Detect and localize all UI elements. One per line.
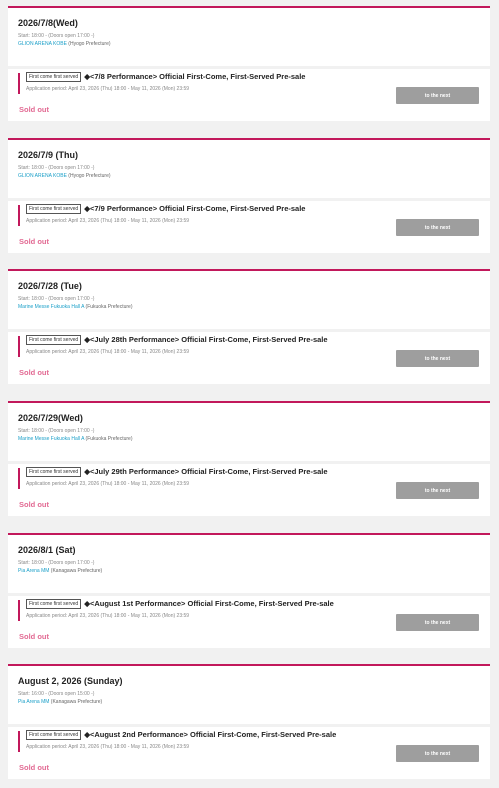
application-period: Application period: April 23, 2026 (Thu)… bbox=[26, 349, 190, 355]
sold-out-status: Sold out bbox=[19, 368, 49, 377]
sale-type-badge: First come first served bbox=[26, 72, 82, 82]
performance-date: 2026/7/28 (Tue) bbox=[18, 281, 82, 291]
venue-prefecture: (Kanagawa Prefecture) bbox=[50, 568, 103, 574]
venue-line: Pia Arena MM (Kanagawa Prefecture) bbox=[18, 699, 480, 705]
start-time: Start: 18:00 - (Doors open 17:00 -) bbox=[18, 296, 95, 302]
sale-card: First come first served ◆<August 1st Per… bbox=[8, 596, 490, 648]
sale-title: ◆<July 29th Performance> Official First-… bbox=[84, 467, 328, 476]
performance-date-card: 2026/7/8(Wed) Start: 18:00 - (Doors open… bbox=[8, 6, 490, 66]
venue-line: GLION ARENA KOBE (Hyogo Prefecture) bbox=[18, 41, 480, 47]
start-time: Start: 18:00 - (Doors open 17:00 -) bbox=[18, 33, 95, 39]
to-the-next-button[interactable]: to the next bbox=[396, 614, 479, 631]
sale-type-badge: First come first served bbox=[26, 204, 82, 214]
performance-group: 2026/7/29(Wed) Start: 18:00 - (Doors ope… bbox=[8, 401, 490, 516]
sold-out-status: Sold out bbox=[19, 237, 49, 246]
venue-prefecture: (Hyogo Prefecture) bbox=[68, 173, 111, 179]
to-the-next-button[interactable]: to the next bbox=[396, 219, 479, 236]
performance-date: 2026/7/9 (Thu) bbox=[18, 150, 79, 160]
sale-title: ◆<July 28th Performance> Official First-… bbox=[84, 335, 328, 344]
performance-date-card: August 2, 2026 (Sunday) Start: 16:00 - (… bbox=[8, 664, 490, 724]
sale-title: ◆<7/8 Performance> Official First-Come, … bbox=[84, 72, 306, 81]
sale-accent-bar bbox=[18, 336, 20, 357]
venue-line: GLION ARENA KOBE (Hyogo Prefecture) bbox=[18, 173, 480, 179]
sale-title: ◆<August 2nd Performance> Official First… bbox=[84, 730, 337, 739]
to-the-next-button[interactable]: to the next bbox=[396, 745, 479, 762]
sale-accent-bar bbox=[18, 73, 20, 94]
venue-link[interactable]: Pia Arena MM bbox=[18, 699, 49, 705]
sold-out-status: Sold out bbox=[19, 500, 49, 509]
performance-date: 2026/7/29(Wed) bbox=[18, 413, 83, 423]
venue-line: Marine Messe Fukuoka Hall A (Fukuoka Pre… bbox=[18, 436, 480, 442]
sale-title: ◆<August 1st Performance> Official First… bbox=[84, 599, 334, 608]
performance-group: 2026/8/1 (Sat) Start: 18:00 - (Doors ope… bbox=[8, 533, 490, 648]
venue-link[interactable]: Marine Messe Fukuoka Hall A bbox=[18, 436, 84, 442]
application-period: Application period: April 23, 2026 (Thu)… bbox=[26, 613, 190, 619]
application-period: Application period: April 23, 2026 (Thu)… bbox=[26, 86, 190, 92]
performance-date: 2026/7/8(Wed) bbox=[18, 18, 78, 28]
start-time: Start: 18:00 - (Doors open 17:00 -) bbox=[18, 165, 95, 171]
performance-date-card: 2026/8/1 (Sat) Start: 18:00 - (Doors ope… bbox=[8, 533, 490, 593]
venue-link[interactable]: Pia Arena MM bbox=[18, 568, 49, 574]
sale-type-badge: First come first served bbox=[26, 599, 82, 609]
sale-card: First come first served ◆<July 29th Perf… bbox=[8, 464, 490, 516]
to-the-next-button[interactable]: to the next bbox=[396, 350, 479, 367]
sale-accent-bar bbox=[18, 731, 20, 752]
to-the-next-button[interactable]: to the next bbox=[396, 482, 479, 499]
sale-header: First come first served ◆<July 28th Perf… bbox=[26, 335, 328, 345]
sale-card: First come first served ◆<7/9 Performanc… bbox=[8, 201, 490, 253]
performance-date-card: 2026/7/28 (Tue) Start: 18:00 - (Doors op… bbox=[8, 269, 490, 329]
start-time: Start: 16:00 - (Doors open 15:00 -) bbox=[18, 691, 95, 697]
start-time: Start: 18:00 - (Doors open 17:00 -) bbox=[18, 428, 95, 434]
performance-group: 2026/7/9 (Thu) Start: 18:00 - (Doors ope… bbox=[8, 138, 490, 253]
performance-group: 2026/7/8(Wed) Start: 18:00 - (Doors open… bbox=[8, 6, 490, 121]
sale-header: First come first served ◆<July 29th Perf… bbox=[26, 467, 328, 477]
sold-out-status: Sold out bbox=[19, 763, 49, 772]
venue-prefecture: (Hyogo Prefecture) bbox=[68, 41, 111, 47]
venue-link[interactable]: Marine Messe Fukuoka Hall A bbox=[18, 304, 84, 310]
venue-prefecture: (Kanagawa Prefecture) bbox=[50, 699, 103, 705]
sale-card: First come first served ◆<July 28th Perf… bbox=[8, 332, 490, 384]
sale-type-badge: First come first served bbox=[26, 730, 82, 740]
application-period: Application period: April 23, 2026 (Thu)… bbox=[26, 481, 190, 487]
venue-line: Marine Messe Fukuoka Hall A (Fukuoka Pre… bbox=[18, 304, 480, 310]
performance-list: 2026/7/8(Wed) Start: 18:00 - (Doors open… bbox=[0, 0, 499, 788]
sale-header: First come first served ◆<7/9 Performanc… bbox=[26, 204, 305, 214]
sale-header: First come first served ◆<August 1st Per… bbox=[26, 599, 334, 609]
to-the-next-button[interactable]: to the next bbox=[396, 87, 479, 104]
sold-out-status: Sold out bbox=[19, 105, 49, 114]
performance-date-card: 2026/7/29(Wed) Start: 18:00 - (Doors ope… bbox=[8, 401, 490, 461]
sold-out-status: Sold out bbox=[19, 632, 49, 641]
sale-accent-bar bbox=[18, 600, 20, 621]
venue-prefecture: (Fukuoka Prefecture) bbox=[85, 436, 133, 442]
performance-date: 2026/8/1 (Sat) bbox=[18, 545, 76, 555]
application-period: Application period: April 23, 2026 (Thu)… bbox=[26, 218, 190, 224]
venue-line: Pia Arena MM (Kanagawa Prefecture) bbox=[18, 568, 480, 574]
venue-prefecture: (Fukuoka Prefecture) bbox=[85, 304, 133, 310]
venue-link[interactable]: GLION ARENA KOBE bbox=[18, 41, 67, 47]
sale-type-badge: First come first served bbox=[26, 335, 82, 345]
performance-group: August 2, 2026 (Sunday) Start: 16:00 - (… bbox=[8, 664, 490, 779]
sale-accent-bar bbox=[18, 205, 20, 226]
sale-title: ◆<7/9 Performance> Official First-Come, … bbox=[84, 204, 306, 213]
sale-type-badge: First come first served bbox=[26, 467, 82, 477]
sale-accent-bar bbox=[18, 468, 20, 489]
sale-card: First come first served ◆<7/8 Performanc… bbox=[8, 69, 490, 121]
sale-card: First come first served ◆<August 2nd Per… bbox=[8, 727, 490, 779]
performance-date: August 2, 2026 (Sunday) bbox=[18, 676, 123, 686]
application-period: Application period: April 23, 2026 (Thu)… bbox=[26, 744, 190, 750]
sale-header: First come first served ◆<7/8 Performanc… bbox=[26, 72, 305, 82]
venue-link[interactable]: GLION ARENA KOBE bbox=[18, 173, 67, 179]
performance-date-card: 2026/7/9 (Thu) Start: 18:00 - (Doors ope… bbox=[8, 138, 490, 198]
performance-group: 2026/7/28 (Tue) Start: 18:00 - (Doors op… bbox=[8, 269, 490, 384]
start-time: Start: 18:00 - (Doors open 17:00 -) bbox=[18, 560, 95, 566]
sale-header: First come first served ◆<August 2nd Per… bbox=[26, 730, 336, 740]
